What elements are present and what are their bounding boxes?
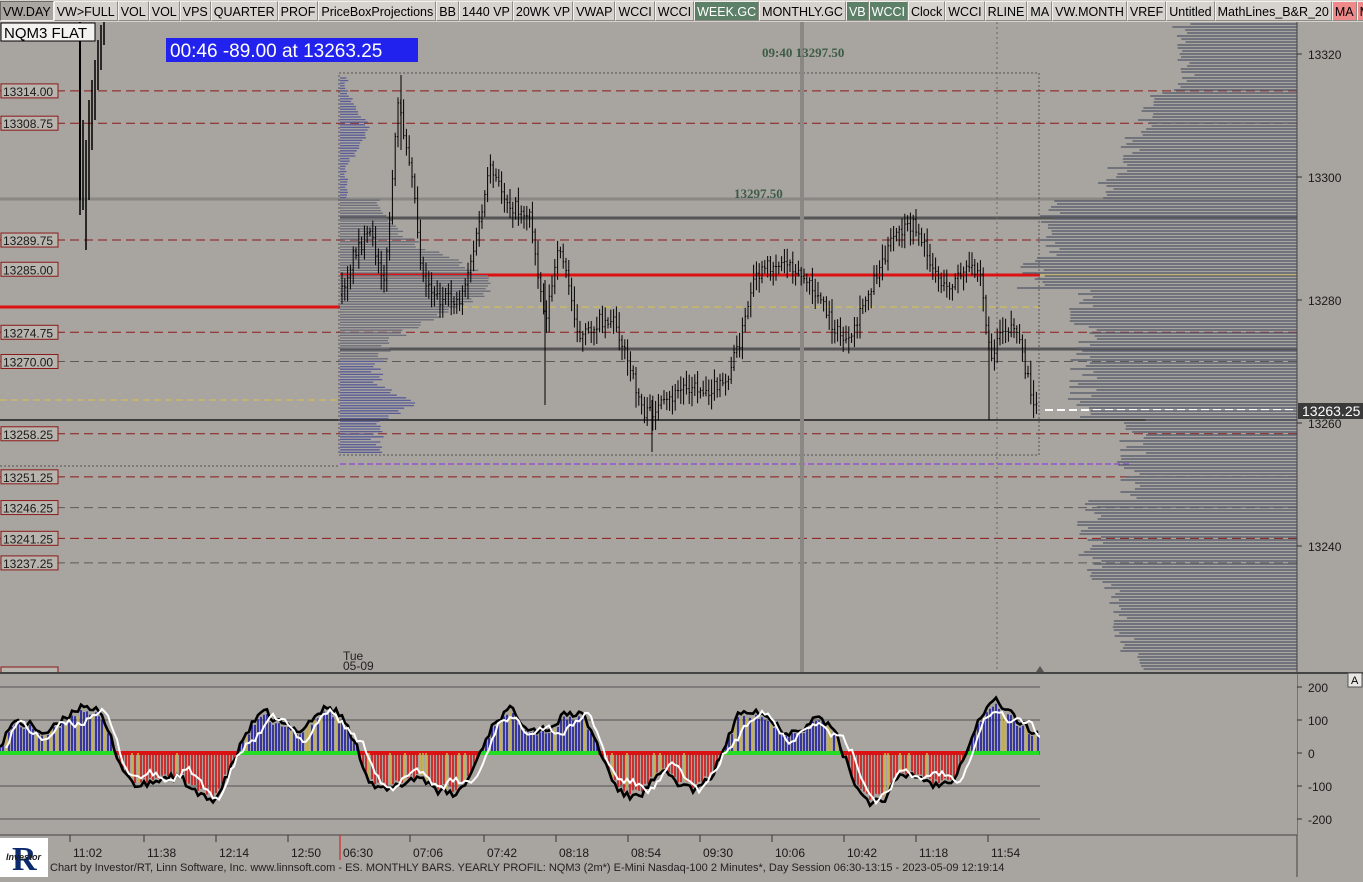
price-chart[interactable]: 13314.00 13308.75 13289.75 13285.00 13274.75… (0, 0, 1363, 877)
price-tick-label: 13240 (1308, 540, 1342, 554)
time-tick-label: 11:18 (919, 846, 948, 860)
cci-right-blank (1040, 674, 1297, 834)
price-pane-bg (0, 22, 1297, 672)
price-tick-label: 13300 (1308, 171, 1342, 185)
level-label: 13308.75 (3, 117, 53, 131)
time-tick-label: 11:54 (991, 846, 1020, 860)
time-tick-label: 08:18 (559, 846, 589, 860)
linnsoft-logo: R Investor (0, 838, 48, 878)
symbol-label: NQM3 FLAT (4, 25, 87, 42)
level-label: 13258.25 (3, 428, 53, 442)
time-tick-label: 06:30 (343, 846, 373, 860)
time-tick-label: 08:54 (631, 846, 661, 860)
clock-label: 00:46 -89.00 at 13263.25 (170, 41, 382, 62)
time-tick-label: 07:42 (487, 846, 517, 860)
time-tick-label: 10:42 (847, 846, 877, 860)
time-tick-label: 10:06 (775, 846, 805, 860)
cci-tick-label: -100 (1308, 780, 1332, 794)
cci-pane: 200 100 0 -100 -200 (0, 672, 1363, 835)
price-tick-label: 13260 (1308, 417, 1342, 431)
time-tick-label: 11:38 (147, 846, 176, 860)
linnsoft-logo-icon: R Investor (0, 838, 48, 878)
price-axis: 13320 13300 13280 13260 13240 (1296, 22, 1363, 877)
high-time-annotation: 09:40 13297.50 (762, 45, 844, 60)
level-label: 13270.00 (3, 356, 53, 370)
price-tick-label: 13320 (1308, 48, 1342, 62)
time-tick-label: 09:30 (703, 846, 733, 860)
autoscale-button-label: A (1351, 675, 1359, 687)
footer-caption: Chart by Investor/RT, Linn Software, Inc… (50, 862, 1005, 874)
level-label: 13251.25 (3, 471, 53, 485)
level-label: 13237.25 (3, 557, 53, 571)
level-label: 13241.25 (3, 532, 53, 546)
price-axis-bg (1297, 22, 1363, 672)
level-label: 13274.75 (3, 326, 53, 340)
time-tick-label: 12:14 (219, 846, 249, 860)
time-axis: 11:02 11:38 12:14 12:50 06:30 07:06 07:42 08:18… (0, 834, 1297, 860)
level-label: 13246.25 (3, 502, 53, 516)
cci-tick-label: 100 (1308, 714, 1328, 728)
svg-text:Investor: Investor (6, 852, 42, 862)
time-tick-label: 07:06 (413, 846, 443, 860)
time-tick-label: 11:02 (73, 846, 102, 860)
cci-tick-label: 200 (1308, 681, 1328, 695)
cci-tick-label: -200 (1308, 813, 1332, 827)
last-price-tag: 13263.25 (1302, 403, 1361, 419)
level-label: 13314.00 (3, 85, 53, 99)
high-price-annotation: 13297.50 (734, 186, 783, 201)
level-label: 13285.00 (3, 263, 53, 277)
time-tick-label: 12:50 (291, 846, 321, 860)
price-tick-label: 13280 (1308, 294, 1342, 308)
date-label-date: 05-09 (343, 659, 374, 673)
cci-tick-label: 0 (1308, 747, 1315, 761)
level-label: 13289.75 (3, 234, 53, 248)
